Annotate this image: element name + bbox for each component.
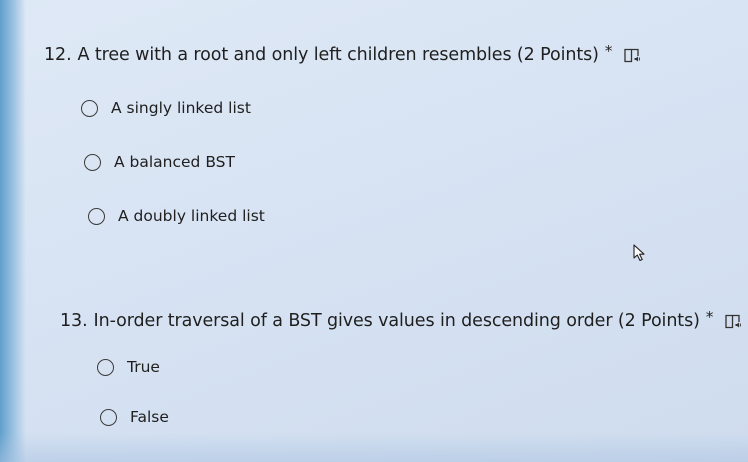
question-text: In-order traversal of a BST gives values… bbox=[93, 311, 700, 331]
radio-button[interactable] bbox=[81, 99, 98, 117]
question-text: A tree with a root and only left childre… bbox=[77, 45, 599, 65]
option-doubly-linked-list[interactable]: A doubly linked list bbox=[88, 207, 265, 225]
radio-button[interactable] bbox=[88, 207, 105, 225]
left-edge-highlight bbox=[0, 0, 26, 462]
radio-button[interactable] bbox=[100, 408, 117, 426]
immersive-reader-icon[interactable] bbox=[624, 48, 641, 63]
radio-button[interactable] bbox=[84, 153, 101, 171]
question-number: 13. bbox=[60, 311, 88, 331]
question-12-title: 12. A tree with a root and only left chi… bbox=[44, 42, 641, 65]
option-label: A singly linked list bbox=[111, 99, 251, 117]
option-label: True bbox=[127, 358, 160, 376]
immersive-reader-icon[interactable] bbox=[725, 314, 742, 329]
option-singly-linked-list[interactable]: A singly linked list bbox=[81, 99, 251, 117]
option-false[interactable]: False bbox=[100, 408, 169, 426]
question-number: 12. bbox=[44, 45, 72, 65]
option-label: False bbox=[130, 408, 169, 426]
option-label: A balanced BST bbox=[114, 153, 235, 171]
radio-button[interactable] bbox=[97, 358, 114, 376]
option-label: A doubly linked list bbox=[118, 207, 265, 225]
option-true[interactable]: True bbox=[97, 358, 160, 376]
question-13-title: 13. In-order traversal of a BST gives va… bbox=[60, 308, 742, 331]
option-balanced-bst[interactable]: A balanced BST bbox=[84, 153, 235, 171]
bottom-edge-shade bbox=[0, 432, 748, 462]
mouse-cursor-icon bbox=[633, 244, 645, 262]
required-marker: * bbox=[604, 42, 613, 60]
required-marker: * bbox=[705, 308, 714, 326]
